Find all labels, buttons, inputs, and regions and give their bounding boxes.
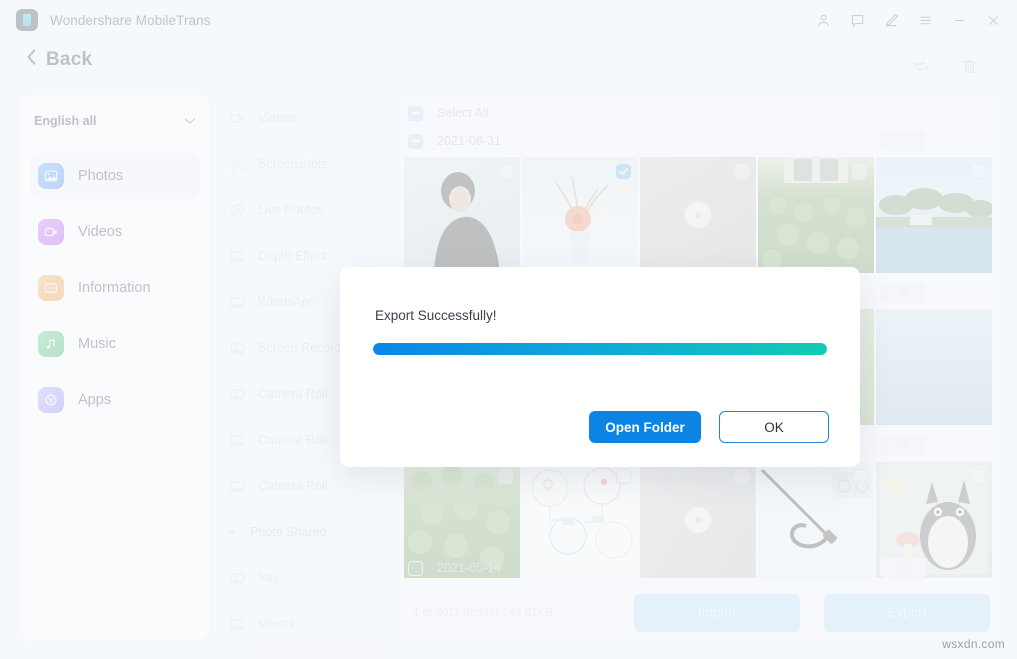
progress-bar-fill [373, 343, 827, 355]
progress-bar [373, 343, 827, 355]
export-success-dialog: Export Successfully! Open Folder OK [340, 267, 860, 467]
open-folder-button[interactable]: Open Folder [589, 411, 701, 443]
dialog-actions: Open Folder OK [589, 411, 829, 443]
watermark: wsxdn.com [942, 637, 1005, 651]
dialog-title: Export Successfully! [375, 308, 497, 323]
ok-button[interactable]: OK [719, 411, 829, 443]
app-window: Wondershare MobileTrans [0, 0, 1017, 659]
